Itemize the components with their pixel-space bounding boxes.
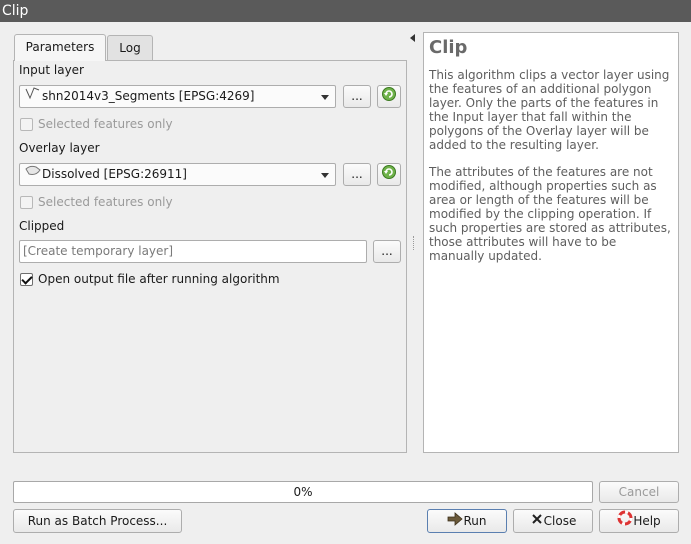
input-layer-combo[interactable]: shn2014v3_Segments [EPSG:4269]: [19, 85, 336, 108]
input-selected-only-label: Selected features only: [38, 117, 173, 131]
batch-process-label: Run as Batch Process...: [27, 514, 168, 528]
window-title: Clip: [2, 3, 29, 19]
input-layer-browse-button[interactable]: ...: [343, 85, 371, 108]
run-icon: [447, 511, 464, 533]
tab-parameters[interactable]: Parameters: [14, 34, 106, 61]
overlay-selected-only-label: Selected features only: [38, 195, 173, 209]
input-layer-value: shn2014v3_Segments [EPSG:4269]: [42, 89, 255, 103]
cancel-button[interactable]: Cancel: [599, 481, 679, 503]
clipped-browse-button[interactable]: ...: [373, 240, 401, 263]
input-layer-iterate-button[interactable]: [377, 85, 401, 108]
close-button[interactable]: Close: [513, 509, 593, 533]
chevron-down-icon: [321, 95, 329, 100]
run-label: Run: [463, 514, 487, 528]
clipped-output-placeholder: [Create temporary layer]: [23, 244, 174, 258]
line-layer-icon: [24, 86, 42, 107]
help-paragraph-2: The attributes of the features are not m…: [429, 165, 671, 263]
browse-label: ...: [351, 167, 363, 181]
iterate-icon: [381, 86, 397, 109]
collapse-help-icon[interactable]: [410, 34, 415, 42]
overlay-selected-only-checkbox[interactable]: [20, 196, 33, 209]
close-label: Close: [543, 514, 577, 528]
iterate-icon: [381, 164, 397, 187]
help-icon: [617, 510, 633, 533]
help-label: Help: [633, 514, 661, 528]
overlay-layer-combo[interactable]: Dissolved [EPSG:26911]: [19, 163, 336, 186]
help-button[interactable]: Help: [599, 509, 679, 533]
cancel-label: Cancel: [618, 485, 660, 499]
overlay-layer-value: Dissolved [EPSG:26911]: [42, 167, 187, 181]
help-paragraph-1: This algorithm clips a vector layer usin…: [429, 68, 670, 152]
open-output-label: Open output file after running algorithm: [38, 272, 280, 286]
run-button[interactable]: Run: [427, 509, 507, 533]
tab-log[interactable]: Log: [107, 35, 153, 60]
chevron-down-icon: [321, 173, 329, 178]
progress-bar: 0%: [13, 481, 593, 503]
input-selected-only-checkbox[interactable]: [20, 118, 33, 131]
open-output-checkbox[interactable]: [20, 273, 33, 286]
polygon-layer-icon: [24, 164, 42, 185]
window-titlebar: Clip: [0, 0, 691, 22]
clipped-output-field[interactable]: [Create temporary layer]: [19, 240, 367, 263]
input-layer-label: Input layer: [19, 63, 84, 77]
tab-parameters-label: Parameters: [25, 40, 95, 54]
overlay-layer-label: Overlay layer: [19, 141, 100, 155]
splitter-handle[interactable]: [413, 236, 416, 250]
batch-process-button[interactable]: Run as Batch Process...: [13, 509, 182, 533]
close-icon: [530, 511, 544, 533]
help-panel: Clip This algorithm clips a vector layer…: [423, 32, 679, 453]
browse-label: ...: [381, 244, 393, 258]
browse-label: ...: [351, 89, 363, 103]
help-title: Clip: [429, 37, 468, 58]
tab-log-label: Log: [119, 41, 141, 55]
progress-text: 0%: [293, 485, 313, 499]
overlay-layer-browse-button[interactable]: ...: [343, 163, 371, 186]
overlay-layer-iterate-button[interactable]: [377, 163, 401, 186]
clipped-label: Clipped: [19, 219, 65, 233]
